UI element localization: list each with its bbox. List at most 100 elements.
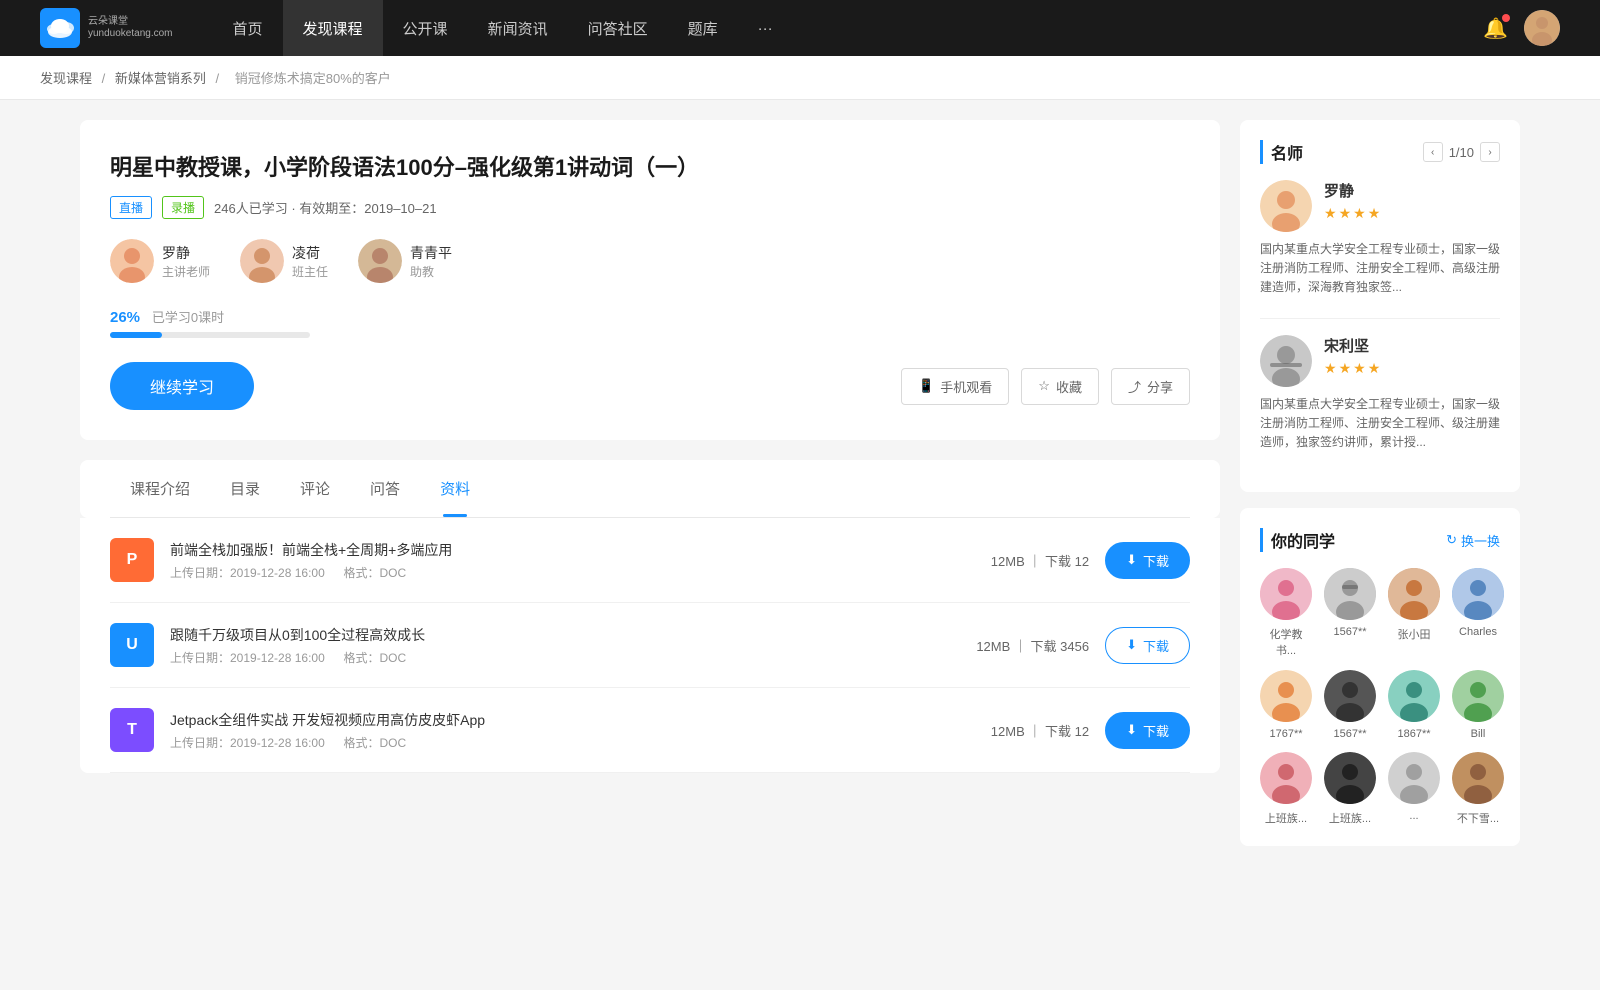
tab-qa[interactable]: 问答	[350, 460, 420, 517]
teacher-role-1: 主讲老师	[162, 263, 210, 280]
user-avatar-nav[interactable]	[1524, 10, 1560, 46]
teacher-info-3: 青青平 助教	[410, 243, 452, 280]
bell-icon[interactable]: 🔔	[1483, 16, 1508, 41]
resource-item-1: U 跟随千万级项目从0到100全过程高效成长 上传日期：2019-12-28 1…	[110, 603, 1190, 688]
phone-watch-button[interactable]: 📱 手机观看	[901, 368, 1009, 405]
teacher-role-3: 助教	[410, 263, 452, 280]
nav-home[interactable]: 首页	[213, 0, 283, 56]
breadcrumb-link-2[interactable]: 新媒体营销系列	[115, 71, 206, 86]
progress-section: 26% 已学习0课时	[110, 307, 1190, 338]
resource-meta-1: 上传日期：2019-12-28 16:00 格式：DOC	[170, 649, 960, 666]
side-teacher-avatar-2	[1260, 335, 1312, 387]
nav-discover[interactable]: 发现课程	[283, 0, 383, 56]
resource-stats-2: 12MB ｜ 下载 12	[991, 721, 1089, 740]
progress-pct: 26%	[110, 309, 140, 326]
side-teacher-info-1: 罗静 ★ ★ ★ ★	[1324, 180, 1380, 222]
star-icon: ☆	[1038, 378, 1050, 394]
classmate-avatar-3[interactable]	[1452, 568, 1504, 620]
collect-button[interactable]: ☆ 收藏	[1021, 368, 1099, 405]
tab-catalog[interactable]: 目录	[210, 460, 280, 517]
classmate-avatar-11[interactable]	[1452, 752, 1504, 804]
teacher-name-1: 罗静	[162, 243, 210, 263]
download-button-0[interactable]: ⬇ 下载	[1105, 542, 1190, 579]
breadcrumb-current: 销冠修炼术搞定80%的客户	[235, 71, 391, 86]
classmate-name-9: 上班族...	[1329, 810, 1371, 826]
resource-info-2: Jetpack全组件实战 开发短视频应用高仿皮皮虾App 上传日期：2019-1…	[170, 710, 975, 751]
side-teacher-2: 宋利坚 ★ ★ ★ ★ 国内某重点大学安全工程专业硕士，国家一级注册消防工程师、…	[1260, 335, 1500, 453]
nav-right: 🔔	[1483, 10, 1560, 46]
teachers-page: 1/10	[1449, 145, 1474, 160]
refresh-button[interactable]: ↻ 换一换	[1446, 531, 1500, 550]
classmate-avatar-5[interactable]	[1324, 670, 1376, 722]
classmate-name-5: 1567**	[1333, 728, 1366, 740]
classmate-0: 化学教书...	[1260, 568, 1312, 658]
resource-icon-1: U	[110, 623, 154, 667]
resource-icon-2: T	[110, 708, 154, 752]
classmate-avatar-6[interactable]	[1388, 670, 1440, 722]
classmate-avatar-9[interactable]	[1324, 752, 1376, 804]
teacher-info-1: 罗静 主讲老师	[162, 243, 210, 280]
classmate-3: Charles	[1452, 568, 1504, 658]
classmates-grid: 化学教书... 1567** 张小田	[1260, 568, 1500, 826]
logo-icon	[40, 8, 80, 48]
side-teacher-stars-1: ★ ★ ★ ★	[1324, 205, 1380, 222]
side-teacher-name-2: 宋利坚	[1324, 335, 1380, 356]
share-button[interactable]: ⤴ 分享	[1111, 368, 1190, 405]
nav-questions[interactable]: 题库	[668, 0, 738, 56]
tab-resources[interactable]: 资料	[420, 460, 490, 517]
classmate-avatar-4[interactable]	[1260, 670, 1312, 722]
course-meta: 直播 录播 246人已学习 · 有效期至：2019–10–21	[110, 196, 1190, 219]
classmate-8: 上班族...	[1260, 752, 1312, 826]
logo[interactable]: 云朵课堂 yunduoketang.com	[40, 8, 173, 48]
side-teacher-top-2: 宋利坚 ★ ★ ★ ★	[1260, 335, 1500, 387]
classmate-avatar-0[interactable]	[1260, 568, 1312, 620]
teachers-side-title: 名师	[1260, 140, 1303, 164]
tab-intro[interactable]: 课程介绍	[110, 460, 210, 517]
teacher-1: 罗静 主讲老师	[110, 239, 210, 283]
classmate-7: Bill	[1452, 670, 1504, 740]
classmate-name-11: 不下雪...	[1457, 810, 1499, 826]
classmate-avatar-1[interactable]	[1324, 568, 1376, 620]
phone-icon: 📱	[918, 378, 934, 394]
classmate-name-0: 化学教书...	[1260, 626, 1312, 658]
left-panel: 明星中教授课，小学阶段语法100分–强化级第1讲动词（一） 直播 录播 246人…	[80, 120, 1220, 862]
resource-title-2: Jetpack全组件实战 开发短视频应用高仿皮皮虾App	[170, 710, 975, 730]
teachers-prev-button[interactable]: ‹	[1423, 142, 1443, 162]
resource-list: P 前端全栈加强版！前端全栈+全周期+多端应用 上传日期：2019-12-28 …	[80, 518, 1220, 773]
side-teacher-desc-1: 国内某重点大学安全工程专业硕士，国家一级注册消防工程师、注册安全工程师、高级注册…	[1260, 240, 1500, 298]
resource-meta-0: 上传日期：2019-12-28 16:00 格式：DOC	[170, 564, 975, 581]
continue-button[interactable]: 继续学习	[110, 362, 254, 410]
breadcrumb-link-1[interactable]: 发现课程	[40, 71, 92, 86]
teacher-avatar-2	[240, 239, 284, 283]
resource-stats-1: 12MB ｜ 下载 3456	[976, 636, 1089, 655]
tab-review[interactable]: 评论	[280, 460, 350, 517]
classmates-card: 你的同学 ↻ 换一换 化学教书... 156	[1240, 508, 1520, 846]
right-panel: 名师 ‹ 1/10 ›	[1240, 120, 1520, 862]
classmate-avatar-7[interactable]	[1452, 670, 1504, 722]
classmate-avatar-10[interactable]	[1388, 752, 1440, 804]
notification-dot	[1502, 14, 1510, 22]
teacher-role-2: 班主任	[292, 263, 328, 280]
logo-text: 云朵课堂 yunduoketang.com	[88, 16, 173, 40]
resource-icon-0: P	[110, 538, 154, 582]
classmate-name-8: 上班族...	[1265, 810, 1307, 826]
side-teacher-avatar-1	[1260, 180, 1312, 232]
action-buttons: 📱 手机观看 ☆ 收藏 ⤴ 分享	[901, 368, 1190, 405]
course-actions: 继续学习 📱 手机观看 ☆ 收藏 ⤴ 分享	[110, 362, 1190, 410]
nav-public[interactable]: 公开课	[383, 0, 468, 56]
classmate-4: 1767**	[1260, 670, 1312, 740]
classmate-avatar-8[interactable]	[1260, 752, 1312, 804]
classmate-name-6: 1867**	[1397, 728, 1430, 740]
teacher-2: 凌荷 班主任	[240, 239, 328, 283]
nav-news[interactable]: 新闻资讯	[468, 0, 568, 56]
nav-more[interactable]: ···	[738, 0, 793, 56]
teachers-next-button[interactable]: ›	[1480, 142, 1500, 162]
classmate-avatar-2[interactable]	[1388, 568, 1440, 620]
teacher-avatar-1	[110, 239, 154, 283]
nav-qa[interactable]: 问答社区	[568, 0, 668, 56]
download-button-1[interactable]: ⬇ 下载	[1105, 627, 1190, 664]
classmate-name-10: ...	[1409, 810, 1418, 822]
download-icon-2: ⬇	[1126, 722, 1137, 738]
download-button-2[interactable]: ⬇ 下载	[1105, 712, 1190, 749]
resource-title-0: 前端全栈加强版！前端全栈+全周期+多端应用	[170, 540, 975, 560]
